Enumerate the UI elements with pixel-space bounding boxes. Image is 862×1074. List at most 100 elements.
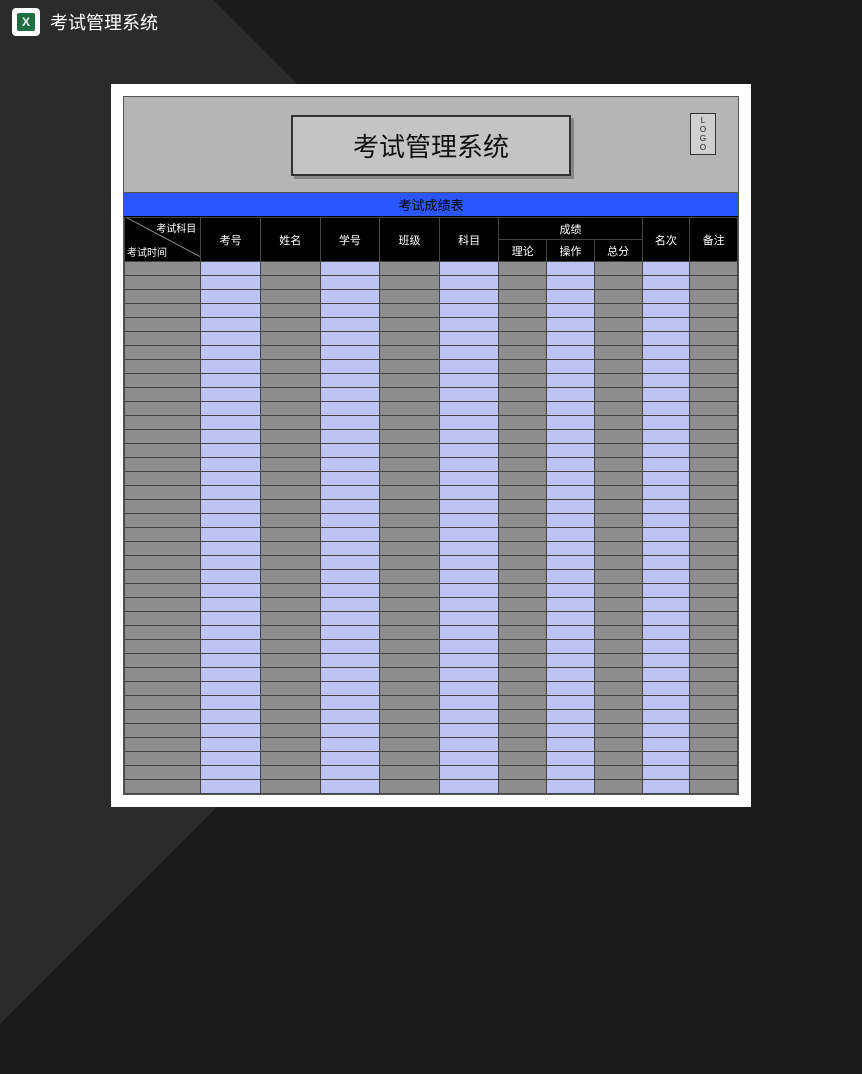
table-cell[interactable] <box>594 360 642 374</box>
table-cell[interactable] <box>594 766 642 780</box>
table-cell[interactable] <box>125 360 201 374</box>
table-cell[interactable] <box>125 682 201 696</box>
table-cell[interactable] <box>690 360 738 374</box>
table-cell[interactable] <box>547 528 595 542</box>
table-cell[interactable] <box>547 738 595 752</box>
table-cell[interactable] <box>380 472 440 486</box>
table-cell[interactable] <box>499 724 547 738</box>
table-cell[interactable] <box>125 402 201 416</box>
table-cell[interactable] <box>642 374 690 388</box>
table-cell[interactable] <box>547 668 595 682</box>
table-cell[interactable] <box>642 682 690 696</box>
table-cell[interactable] <box>320 332 380 346</box>
table-cell[interactable] <box>260 388 320 402</box>
table-cell[interactable] <box>594 472 642 486</box>
table-cell[interactable] <box>320 696 380 710</box>
table-cell[interactable] <box>125 584 201 598</box>
table-cell[interactable] <box>499 570 547 584</box>
table-cell[interactable] <box>260 430 320 444</box>
table-cell[interactable] <box>642 360 690 374</box>
table-cell[interactable] <box>125 556 201 570</box>
table-cell[interactable] <box>594 374 642 388</box>
table-cell[interactable] <box>642 444 690 458</box>
table-cell[interactable] <box>690 402 738 416</box>
table-cell[interactable] <box>594 290 642 304</box>
table-cell[interactable] <box>594 584 642 598</box>
table-cell[interactable] <box>690 332 738 346</box>
table-cell[interactable] <box>439 472 499 486</box>
table-cell[interactable] <box>690 710 738 724</box>
table-cell[interactable] <box>320 430 380 444</box>
table-cell[interactable] <box>260 276 320 290</box>
table-cell[interactable] <box>547 332 595 346</box>
table-cell[interactable] <box>499 360 547 374</box>
table-cell[interactable] <box>690 570 738 584</box>
table-cell[interactable] <box>125 654 201 668</box>
table-cell[interactable] <box>201 682 261 696</box>
table-cell[interactable] <box>690 738 738 752</box>
table-cell[interactable] <box>320 500 380 514</box>
table-cell[interactable] <box>380 542 440 556</box>
table-cell[interactable] <box>201 738 261 752</box>
table-cell[interactable] <box>547 374 595 388</box>
table-cell[interactable] <box>499 486 547 500</box>
table-cell[interactable] <box>690 584 738 598</box>
table-cell[interactable] <box>380 724 440 738</box>
table-cell[interactable] <box>690 388 738 402</box>
table-cell[interactable] <box>260 584 320 598</box>
table-cell[interactable] <box>201 584 261 598</box>
table-cell[interactable] <box>380 346 440 360</box>
table-cell[interactable] <box>547 556 595 570</box>
table-cell[interactable] <box>125 304 201 318</box>
table-cell[interactable] <box>547 654 595 668</box>
table-cell[interactable] <box>499 542 547 556</box>
table-cell[interactable] <box>439 780 499 794</box>
table-cell[interactable] <box>260 738 320 752</box>
table-cell[interactable] <box>642 318 690 332</box>
table-cell[interactable] <box>201 262 261 276</box>
table-cell[interactable] <box>439 626 499 640</box>
table-cell[interactable] <box>499 612 547 626</box>
table-cell[interactable] <box>690 766 738 780</box>
table-cell[interactable] <box>499 374 547 388</box>
table-cell[interactable] <box>320 752 380 766</box>
table-cell[interactable] <box>320 388 380 402</box>
table-cell[interactable] <box>690 626 738 640</box>
table-cell[interactable] <box>380 304 440 318</box>
table-cell[interactable] <box>594 696 642 710</box>
table-cell[interactable] <box>547 542 595 556</box>
table-cell[interactable] <box>320 514 380 528</box>
table-cell[interactable] <box>690 318 738 332</box>
table-cell[interactable] <box>439 598 499 612</box>
table-cell[interactable] <box>642 654 690 668</box>
table-cell[interactable] <box>125 710 201 724</box>
table-cell[interactable] <box>499 444 547 458</box>
table-cell[interactable] <box>642 500 690 514</box>
table-cell[interactable] <box>690 486 738 500</box>
table-cell[interactable] <box>690 374 738 388</box>
table-cell[interactable] <box>320 444 380 458</box>
table-cell[interactable] <box>201 598 261 612</box>
table-cell[interactable] <box>320 416 380 430</box>
table-cell[interactable] <box>380 290 440 304</box>
table-cell[interactable] <box>547 290 595 304</box>
table-cell[interactable] <box>499 752 547 766</box>
table-cell[interactable] <box>499 416 547 430</box>
table-cell[interactable] <box>125 262 201 276</box>
table-cell[interactable] <box>260 612 320 626</box>
table-cell[interactable] <box>439 486 499 500</box>
table-cell[interactable] <box>439 654 499 668</box>
table-cell[interactable] <box>594 444 642 458</box>
table-cell[interactable] <box>201 500 261 514</box>
table-cell[interactable] <box>201 626 261 640</box>
table-cell[interactable] <box>201 290 261 304</box>
table-cell[interactable] <box>380 640 440 654</box>
table-cell[interactable] <box>125 290 201 304</box>
table-cell[interactable] <box>201 556 261 570</box>
table-cell[interactable] <box>594 542 642 556</box>
table-cell[interactable] <box>690 290 738 304</box>
table-cell[interactable] <box>125 752 201 766</box>
table-cell[interactable] <box>201 752 261 766</box>
table-cell[interactable] <box>380 444 440 458</box>
table-cell[interactable] <box>201 318 261 332</box>
